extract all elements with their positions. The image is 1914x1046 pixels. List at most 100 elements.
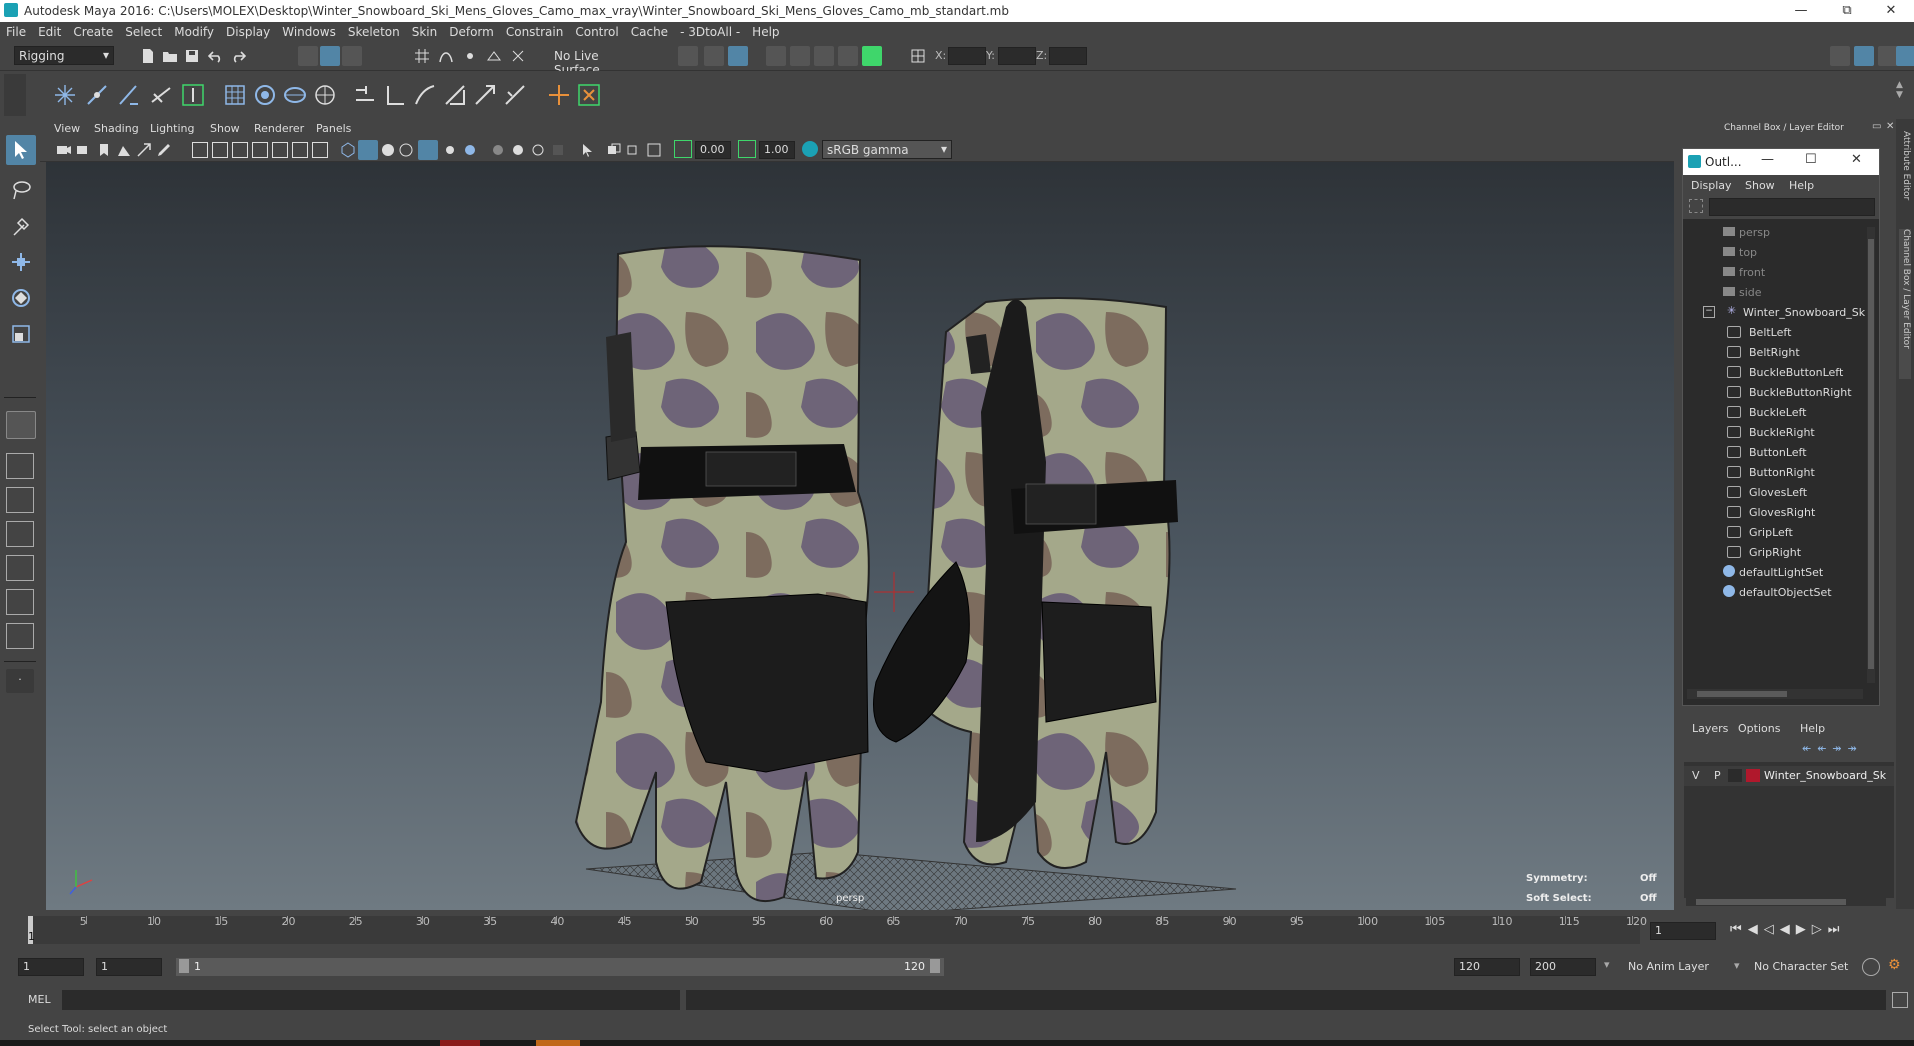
persp-viewport[interactable]: persp Symmetry: Off Soft Select: Off [46, 162, 1674, 910]
persp-outliner-layout-icon[interactable] [6, 487, 34, 513]
joint-tool-icon[interactable] [52, 82, 78, 108]
menu-file[interactable]: File [0, 22, 32, 39]
anti-aliasing-icon[interactable] [530, 142, 546, 158]
resolution-gate-icon[interactable] [232, 142, 248, 158]
layout-options-icon[interactable]: · [6, 669, 34, 693]
hypershade-icon[interactable] [838, 46, 858, 66]
modeling-toolkit-icon[interactable] [1830, 46, 1850, 66]
xray-components-icon[interactable] [646, 142, 662, 158]
screen-space-ao-icon[interactable] [490, 142, 506, 158]
script-editor-icon[interactable] [1892, 992, 1908, 1008]
close-panel-icon[interactable]: ✕ [1886, 121, 1894, 132]
image-plane-icon[interactable] [116, 142, 132, 158]
filter-toggle-icon[interactable] [1689, 199, 1703, 213]
paint-select-tool-icon[interactable] [10, 215, 32, 237]
parent-constraint-icon[interactable] [352, 82, 378, 108]
z-coord-field[interactable] [1049, 47, 1087, 65]
command-language-label[interactable]: MEL [28, 993, 51, 1006]
use-all-lights-icon[interactable] [442, 142, 458, 158]
layer-horizontal-scrollbar[interactable] [1686, 898, 1886, 906]
current-frame-field[interactable]: 1 [1650, 922, 1716, 940]
outliner-search-input[interactable] [1709, 198, 1875, 216]
ik-handle-icon[interactable] [84, 82, 110, 108]
select-component-icon[interactable] [342, 46, 362, 66]
redo-icon[interactable] [230, 48, 246, 64]
time-ruler[interactable]: 1 5 10 15 20 25 30 35 40 45 50 55 60 65 70 75 80 85 90 95 1… [28, 915, 1647, 944]
menu-display[interactable]: Display [220, 22, 276, 39]
menu-create[interactable]: Create [67, 22, 119, 39]
undo-icon[interactable] [208, 48, 224, 64]
menu-deform[interactable]: Deform [443, 22, 500, 39]
menu-windows[interactable]: Windows [276, 22, 342, 39]
go-to-end-icon[interactable]: ⏭ [1828, 922, 1846, 937]
blend-shape-icon[interactable] [312, 82, 338, 108]
hypershade-layout-icon[interactable] [6, 555, 34, 581]
layer-action-icons[interactable]: ↞↞↠↠ [1802, 742, 1892, 756]
pole-vector-icon[interactable] [502, 82, 528, 108]
isolate-select-icon[interactable] [580, 142, 596, 158]
close-window-button[interactable]: ✕ [1851, 152, 1862, 167]
smooth-shade-icon[interactable] [358, 140, 378, 160]
snap-view-plane-icon[interactable] [486, 48, 502, 64]
scrollbar-thumb[interactable] [1868, 239, 1874, 669]
safe-title-icon[interactable] [312, 142, 328, 158]
two-d-pan-zoom-icon[interactable] [136, 142, 152, 158]
grease-pencil-icon[interactable] [156, 142, 172, 158]
xray-joints-icon[interactable] [626, 142, 642, 158]
snap-curve-icon[interactable] [438, 48, 454, 64]
panel-menu-lighting[interactable]: Lighting [150, 122, 194, 135]
open-scene-icon[interactable] [162, 48, 178, 64]
snap-live-icon[interactable] [510, 48, 526, 64]
shelf-scroll-icon[interactable]: ▲ ▼ [1896, 80, 1910, 110]
collapse-toggle-icon[interactable]: − [1703, 306, 1715, 318]
measure-tool-icon[interactable] [576, 82, 602, 108]
menu-edit[interactable]: Edit [32, 22, 67, 39]
menu-help[interactable]: Help [746, 22, 785, 39]
menu-skeleton[interactable]: Skeleton [342, 22, 406, 39]
rotate-tool-icon[interactable] [10, 287, 32, 309]
single-perspective-layout-icon[interactable] [6, 411, 36, 439]
character-set-dropdown[interactable]: No Character Set [1750, 958, 1864, 976]
point-constraint-icon[interactable] [382, 82, 408, 108]
four-view-layout-icon[interactable] [6, 453, 34, 479]
wireframe-on-shaded-icon[interactable] [398, 142, 414, 158]
panel-menu-show[interactable]: Show [210, 122, 240, 135]
aim-constraint-icon[interactable] [472, 82, 498, 108]
restore-button[interactable]: ⧉ [1824, 0, 1870, 22]
safe-action-icon[interactable] [292, 142, 308, 158]
chevron-down-icon[interactable]: ▾ [1604, 958, 1610, 971]
auto-key-icon[interactable] [1862, 958, 1880, 976]
paint-weights-icon[interactable] [180, 82, 206, 108]
bind-skin-icon[interactable] [148, 82, 174, 108]
textured-icon[interactable] [418, 140, 438, 160]
outliner-horizontal-scrollbar[interactable] [1687, 689, 1863, 699]
layers-menu-options[interactable]: Options [1738, 722, 1780, 735]
lasso-tool-icon[interactable] [10, 179, 32, 201]
persp-graph-layout-icon[interactable] [6, 521, 34, 547]
step-back-icon[interactable]: ◀ [1748, 922, 1764, 937]
panel-menu-shading[interactable]: Shading [94, 122, 139, 135]
render-view-icon[interactable] [766, 46, 786, 66]
wrap-deformer-icon[interactable] [282, 82, 308, 108]
panel-menu-view[interactable]: View [54, 122, 80, 135]
depth-of-field-icon[interactable] [550, 142, 566, 158]
wireframe-icon[interactable] [340, 142, 356, 158]
ik-spline-icon[interactable] [116, 82, 142, 108]
motion-blur-icon[interactable] [510, 142, 526, 158]
transform-mode-icon[interactable] [910, 48, 926, 64]
range-end-handle[interactable] [930, 959, 940, 973]
scrollbar-thumb[interactable] [1697, 691, 1787, 697]
close-window-button[interactable]: ✕ [1868, 0, 1914, 22]
scale-constraint-icon[interactable] [442, 82, 468, 108]
gate-mask-icon[interactable] [252, 142, 268, 158]
select-object-icon[interactable] [320, 46, 340, 66]
preferences-icon[interactable]: ⚙ [1888, 957, 1908, 977]
step-back-key-icon[interactable]: ◁ [1764, 922, 1780, 937]
menu-3dtoall[interactable]: - 3DtoAll - [674, 22, 746, 39]
outliner-vertical-scrollbar[interactable] [1867, 227, 1875, 683]
select-hierarchy-icon[interactable] [298, 46, 318, 66]
field-chart-icon[interactable] [272, 142, 288, 158]
layers-menu-layers[interactable]: Layers [1692, 722, 1728, 735]
color-management-icon[interactable] [802, 141, 818, 157]
save-scene-icon[interactable] [184, 48, 200, 64]
